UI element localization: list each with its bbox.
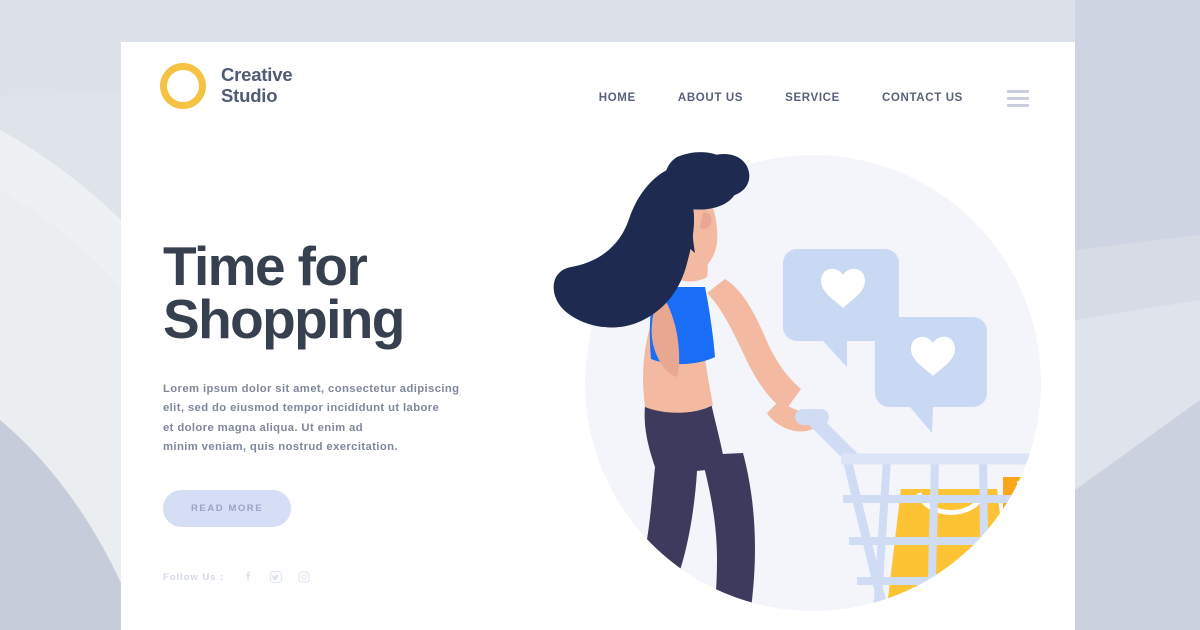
brand-name-line2: Studio: [221, 85, 278, 106]
nav-item-about-us[interactable]: ABOUT US: [678, 86, 743, 110]
headline-line1: Time for: [163, 235, 368, 297]
hero-card: Creative Studio HOME ABOUT US SERVICE CO…: [121, 42, 1075, 630]
hero-illustration: [551, 137, 1075, 630]
main-navigation: HOME ABOUT US SERVICE CONTACT US: [599, 86, 1029, 110]
hips: [644, 403, 725, 472]
read-more-button[interactable]: READ MORE: [163, 490, 292, 528]
hamburger-bar: [1007, 89, 1029, 93]
circle-ring-icon: [160, 63, 206, 109]
description-line: elit, sed do eiusmod tempor incididunt u…: [163, 402, 440, 415]
description-line: minim veniam, quis nostrud exercitation.: [163, 440, 398, 453]
back-foot: [589, 621, 633, 630]
nav-item-service[interactable]: SERVICE: [785, 86, 840, 110]
woman-shopping-cart-illustration: [551, 137, 1075, 630]
description-line: et dolore magna aliqua. Ut enim ad: [163, 421, 363, 434]
facebook-icon[interactable]: [240, 569, 256, 585]
hair-bun-overflow: [699, 153, 750, 197]
hamburger-bar: [1007, 103, 1029, 107]
headline-line2: Shopping: [163, 288, 405, 351]
hero-description: Lorem ipsum dolor sit amet, consectetur …: [163, 380, 503, 458]
brand-name-line1: Creative: [221, 64, 293, 86]
hero-copy: Time for Shopping Lorem ipsum dolor sit …: [163, 235, 503, 585]
nav-item-contact-us[interactable]: CONTACT US: [882, 86, 963, 110]
hamburger-bar: [1007, 96, 1029, 100]
nav-item-home[interactable]: HOME: [599, 86, 636, 110]
shopping-bag-2: [1003, 477, 1041, 567]
hamburger-menu-icon[interactable]: [1007, 89, 1029, 107]
social-links: Follow Us :: [163, 569, 503, 585]
twitter-icon[interactable]: [268, 569, 284, 585]
description-line: Lorem ipsum dolor sit amet, consectetur …: [163, 382, 460, 395]
page-title: Time for Shopping: [163, 235, 503, 351]
instagram-icon[interactable]: [296, 569, 312, 585]
shopping-bag-1: [887, 489, 1011, 607]
follow-us-label: Follow Us :: [163, 571, 225, 583]
page-root: Creative Studio HOME ABOUT US SERVICE CO…: [0, 0, 1200, 630]
bag-handle-2: [1016, 480, 1041, 502]
brand-name: Creative Studio: [221, 64, 293, 107]
brand-logo[interactable]: Creative Studio: [160, 63, 293, 109]
